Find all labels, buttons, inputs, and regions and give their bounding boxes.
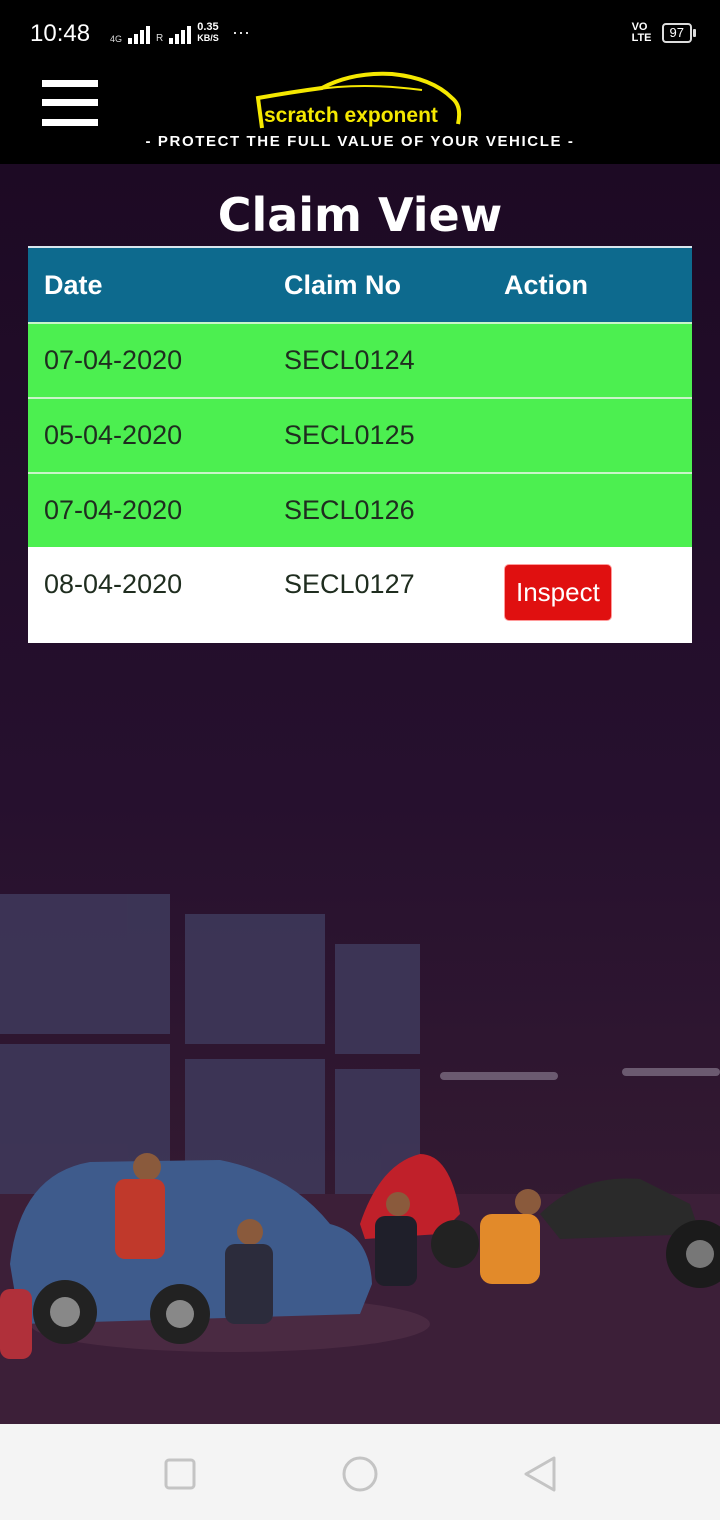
battery-icon: 97 [661, 23, 697, 43]
table-row[interactable]: 08-04-2020 SECL0127 Inspect [28, 547, 692, 643]
table-header: Date Claim No Action [28, 246, 692, 322]
network-speed: 0.35 KB/S [197, 22, 219, 44]
table-row[interactable]: 05-04-2020 SECL0125 [28, 397, 692, 472]
volte-icon: VO LTE [632, 22, 652, 44]
cell-claim-no: SECL0126 [284, 495, 415, 525]
column-header-action: Action [504, 269, 588, 300]
cell-claim-no: SECL0127 [284, 569, 415, 599]
cell-date: 08-04-2020 [44, 569, 183, 599]
lte-label: LTE [631, 32, 652, 44]
inspect-button[interactable]: Inspect [504, 564, 612, 621]
menu-icon[interactable] [42, 80, 98, 126]
speed-unit: KB/S [197, 33, 219, 43]
cell-action: Inspect [504, 547, 692, 621]
signal-icon-2 [169, 26, 192, 44]
column-header-date: Date [44, 269, 103, 300]
status-right: VO LTE 97 [632, 22, 697, 44]
cell-claim-no: SECL0125 [284, 420, 415, 450]
signal-icon [128, 26, 151, 44]
roaming-label: R [156, 33, 164, 44]
cell-date: 07-04-2020 [44, 345, 183, 375]
system-nav-bar [0, 1424, 720, 1520]
table-row[interactable]: 07-04-2020 SECL0124 [28, 322, 692, 397]
speed-value: 0.35 [197, 21, 219, 33]
square-recents-icon[interactable] [160, 1454, 200, 1494]
circle-home-icon[interactable] [340, 1454, 380, 1494]
claims-table: Date Claim No Action 07-04-2020 SECL0124… [28, 246, 692, 643]
table-row[interactable]: 07-04-2020 SECL0126 [28, 472, 692, 547]
tagline: - PROTECT THE FULL VALUE OF YOUR VEHICLE… [145, 133, 575, 150]
cell-date: 05-04-2020 [44, 420, 183, 450]
app-header: scratch exponent - PROTECT THE FULL VALU… [0, 64, 720, 164]
column-header-claim-no: Claim No [284, 269, 402, 300]
cell-date: 07-04-2020 [44, 495, 183, 525]
status-time: 10:48 [30, 20, 91, 47]
page-title: Claim View [217, 188, 503, 242]
more-notifications-icon: ··· [232, 22, 250, 42]
logo-text: scratch exponent [264, 104, 438, 127]
cell-claim-no: SECL0124 [284, 345, 415, 375]
triangle-back-icon[interactable] [520, 1454, 560, 1494]
network-indicator: 4G R 0.35 KB/S [110, 22, 219, 44]
status-bar: 10:48 4G R 0.35 KB/S ··· VO LTE 97 [0, 0, 720, 64]
network-type: 4G [110, 34, 123, 44]
